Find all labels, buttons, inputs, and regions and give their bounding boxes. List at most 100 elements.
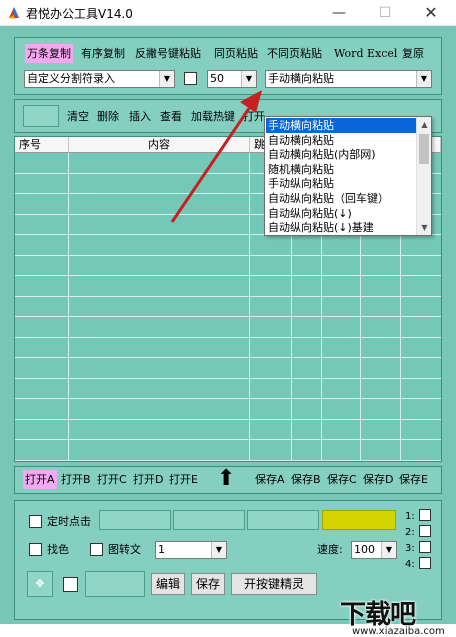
column-header-index[interactable]: 序号 (15, 137, 69, 153)
save-button[interactable]: 保存 (191, 573, 225, 595)
open-hotkey-wizard-button[interactable]: 开按键精灵 (231, 573, 317, 595)
scroll-up-icon[interactable]: ▲ (417, 117, 432, 132)
close-button[interactable]: ✕ (414, 0, 448, 26)
ordered-copy-button[interactable]: 有序复制 (79, 44, 127, 63)
timed-click-label: 定时点击 (47, 515, 91, 528)
table-row[interactable] (15, 256, 441, 276)
dropdown-option[interactable]: 自动横向粘贴(内部网) (266, 147, 417, 162)
dropdown-option[interactable]: 手动横向粘贴 (266, 118, 417, 133)
window-title: 君悦办公工具V14.0 (26, 7, 133, 21)
status-indicator (322, 510, 396, 530)
cross-page-paste-button[interactable]: 不同页粘贴 (265, 44, 324, 63)
insert-button[interactable]: 插入 (127, 107, 153, 126)
table-grid-line (68, 153, 69, 461)
slot-2-checkbox[interactable] (419, 525, 431, 537)
chevron-down-icon: ▼ (159, 71, 174, 87)
mass-copy-button[interactable]: 万条复制 (25, 44, 73, 63)
save-d-button[interactable]: 保存D (361, 470, 395, 489)
save-e-button[interactable]: 保存E (397, 470, 430, 489)
time-field-2[interactable] (173, 510, 245, 530)
column-header-content[interactable]: 内容 (69, 137, 250, 153)
paste-mode-select[interactable]: 手动横向粘贴 ▼ (265, 70, 432, 88)
same-page-paste-button[interactable]: 同页粘贴 (212, 44, 260, 63)
view-button[interactable]: 查看 (158, 107, 184, 126)
open-a-button[interactable]: 打开A (23, 470, 57, 489)
table-row[interactable] (15, 420, 441, 440)
table-row[interactable] (15, 399, 441, 420)
find-color-label: 找色 (47, 543, 69, 556)
find-select-value: 1 (158, 543, 165, 556)
table-row[interactable] (15, 338, 441, 358)
maximize-button[interactable]: ☐ (368, 0, 402, 26)
dropdown-option[interactable]: 自动横向粘贴 (266, 133, 417, 148)
table-grid-line (249, 153, 250, 461)
save-a-button[interactable]: 保存A (253, 470, 287, 489)
open-c-button[interactable]: 打开C (95, 470, 129, 489)
scroll-thumb[interactable] (419, 134, 429, 164)
table-row[interactable] (15, 276, 441, 297)
timed-click-checkbox[interactable] (29, 515, 42, 528)
find-select[interactable]: 1 ▼ (155, 541, 227, 559)
count-select-value: 50 (210, 72, 224, 85)
dropdown-option[interactable]: 自动纵向粘贴(↓)基建 (266, 220, 417, 235)
time-field-3[interactable] (247, 510, 319, 530)
up-arrow-icon[interactable]: ⬆ (215, 467, 237, 491)
slot-4-label: 4: (405, 559, 415, 570)
find-color-checkbox[interactable] (29, 543, 42, 556)
paste-mode-dropdown-list[interactable]: 手动横向粘贴 自动横向粘贴 自动横向粘贴(内部网) 随机横向粘贴 手动纵向粘贴 自动纵向粘… (264, 116, 432, 236)
watermark-url: www.xiazaiba.com (352, 626, 445, 637)
chevron-down-icon: ▼ (381, 542, 396, 558)
title-bar: 君悦办公工具V14.0 — ☐ ✕ (0, 0, 456, 26)
app-client-area: 万条复制 有序复制 反撇号键粘贴 同页粘贴 不同页粘贴 Word Excel 复… (0, 26, 456, 637)
option-checkbox[interactable] (184, 72, 197, 85)
copy-toolbar-panel: 万条复制 有序复制 反撇号键粘贴 同页粘贴 不同页粘贴 Word Excel 复… (14, 37, 442, 95)
save-b-button[interactable]: 保存B (289, 470, 323, 489)
file-toolbar-panel: 打开A 打开B 打开C 打开D 打开E ⬆ 保存A 保存B 保存C 保存D 保存… (14, 466, 442, 494)
word-button[interactable]: Word (332, 44, 365, 63)
dropdown-option[interactable]: 随机横向粘贴 (266, 162, 417, 177)
open-d-button[interactable]: 打开D (131, 470, 165, 489)
slot-3-checkbox[interactable] (419, 541, 431, 553)
image-to-text-label: 图转文 (108, 543, 141, 556)
dropdown-scrollbar[interactable]: ▲ ▼ (416, 117, 431, 235)
app-logo-icon (9, 7, 19, 19)
table-row[interactable] (15, 235, 441, 256)
open-e-button[interactable]: 打开E (167, 470, 200, 489)
table-row[interactable] (15, 358, 441, 379)
table-row[interactable] (15, 297, 441, 317)
color-swatch[interactable] (23, 105, 59, 127)
speed-select[interactable]: 100 ▼ (351, 541, 397, 559)
delete-button[interactable]: 删除 (95, 107, 121, 126)
separator-select[interactable]: 自定义分割符录入 ▼ (24, 70, 175, 88)
image-to-text-checkbox[interactable] (90, 543, 103, 556)
drag-crosshair-icon[interactable]: ✥ (27, 571, 53, 597)
paste-mode-select-value: 手动横向粘贴 (268, 72, 334, 85)
save-c-button[interactable]: 保存C (325, 470, 359, 489)
chevron-down-icon: ▼ (211, 542, 226, 558)
scroll-down-icon[interactable]: ▼ (417, 220, 432, 235)
restore-button[interactable]: 复原 (400, 44, 426, 63)
backtick-paste-button[interactable]: 反撇号键粘贴 (133, 44, 203, 63)
slot-1-checkbox[interactable] (419, 509, 431, 521)
slot-4-checkbox[interactable] (419, 557, 431, 569)
speed-label: 速度: (317, 543, 343, 556)
picker-checkbox[interactable] (63, 577, 78, 592)
picker-field[interactable] (85, 571, 145, 597)
table-row[interactable] (15, 317, 441, 338)
edit-button[interactable]: 编辑 (151, 573, 185, 595)
time-field-1[interactable] (99, 510, 171, 530)
table-row[interactable] (15, 440, 441, 461)
chevron-down-icon: ▼ (416, 71, 431, 87)
dropdown-option[interactable]: 自动纵向粘贴（回车键） (266, 191, 417, 206)
clear-button[interactable]: 清空 (65, 107, 91, 126)
dropdown-option[interactable]: 手动纵向粘贴 (266, 176, 417, 191)
count-select[interactable]: 50 ▼ (207, 70, 257, 88)
minimize-button[interactable]: — (322, 0, 356, 26)
speed-select-value: 100 (354, 543, 375, 556)
open-b-button[interactable]: 打开B (59, 470, 93, 489)
load-hotkey-button[interactable]: 加载热键 (189, 107, 237, 126)
excel-button[interactable]: Excel (365, 44, 399, 63)
separator-select-value: 自定义分割符录入 (27, 72, 115, 85)
dropdown-option[interactable]: 自动纵向粘贴(↓) (266, 206, 417, 221)
table-row[interactable] (15, 379, 441, 399)
